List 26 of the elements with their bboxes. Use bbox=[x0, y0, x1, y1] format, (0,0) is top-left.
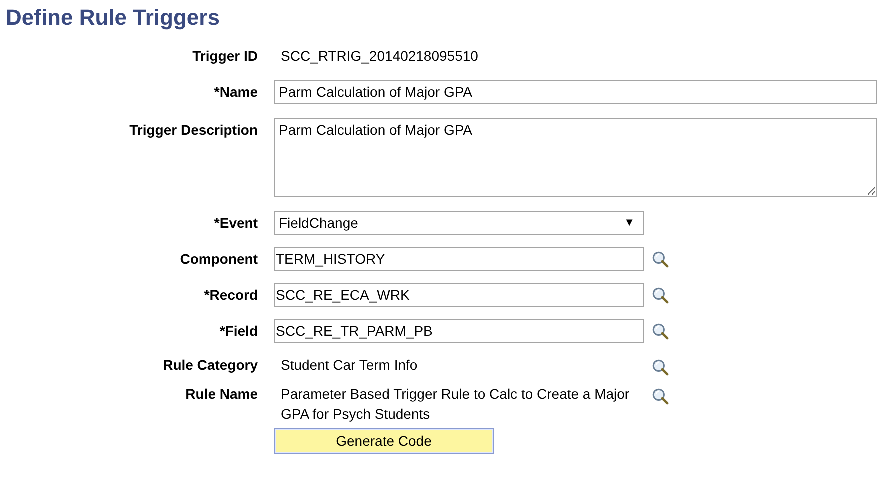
search-icon[interactable] bbox=[652, 323, 669, 340]
field-label: Component bbox=[179, 250, 258, 269]
search-icon[interactable] bbox=[652, 388, 669, 405]
field-label: *Event bbox=[213, 214, 258, 233]
generate-code-button[interactable]: Generate Code bbox=[274, 428, 494, 454]
page-title: Define Rule Triggers bbox=[6, 4, 221, 32]
field-label: Rule Name bbox=[184, 385, 258, 404]
search-icon[interactable] bbox=[652, 287, 669, 304]
field-label: Rule Category bbox=[162, 356, 258, 375]
input-field[interactable]: SCC_RE_TR_PARM_PB bbox=[274, 319, 644, 343]
field-label: *Record bbox=[203, 286, 258, 305]
search-icon[interactable] bbox=[652, 251, 669, 268]
dropdown-arrow-icon: ▼ bbox=[624, 217, 635, 229]
field-label: *Name bbox=[213, 83, 258, 102]
field-value: Student Car Term Info bbox=[281, 356, 419, 375]
field-label: Trigger Description bbox=[128, 121, 258, 140]
field-value: Parameter Based Trigger Rule to Calc to Create a Major GPA for Psych Students bbox=[281, 385, 631, 424]
input-field[interactable]: SCC_RE_ECA_WRK bbox=[274, 283, 644, 307]
field-label: Trigger ID bbox=[192, 47, 258, 66]
dropdown[interactable]: FieldChange ▼ bbox=[274, 211, 644, 235]
search-icon[interactable] bbox=[652, 359, 669, 376]
input-field[interactable]: Parm Calculation of Major GPA bbox=[274, 80, 877, 104]
field-label: *Field bbox=[218, 322, 258, 341]
field-value: SCC_RTRIG_20140218095510 bbox=[281, 47, 478, 66]
text-area[interactable]: Parm Calculation of Major GPA bbox=[274, 118, 877, 197]
input-field[interactable]: TERM_HISTORY bbox=[274, 247, 644, 271]
